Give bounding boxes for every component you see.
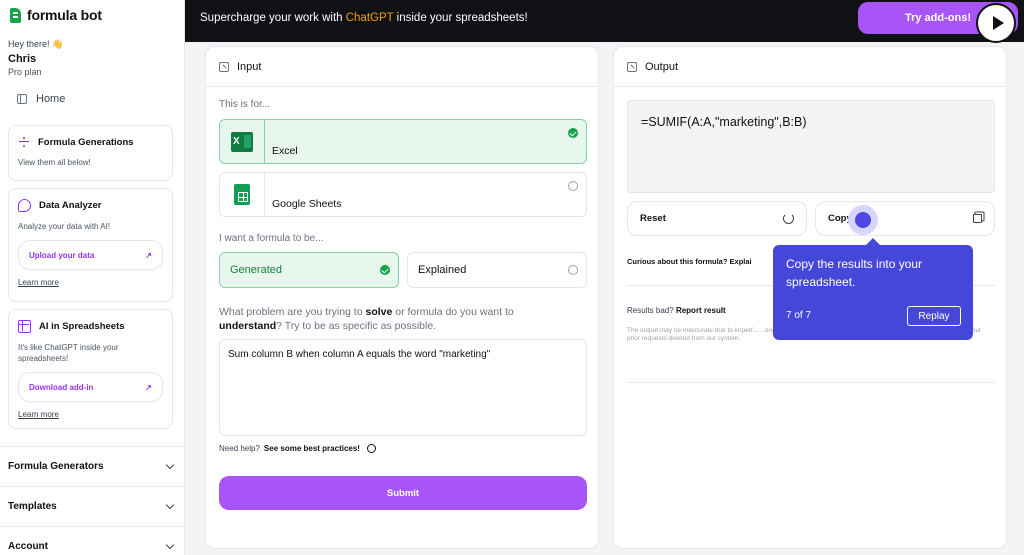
- learn-more-link[interactable]: Learn more: [18, 278, 163, 287]
- chevron-down-icon: [165, 540, 175, 550]
- results-bad-row: Results bad? Report result: [627, 306, 726, 315]
- banner-text: Supercharge your work with ChatGPT insid…: [200, 12, 528, 24]
- user-plan: Pro plan: [8, 67, 42, 77]
- greeting: Hey there! 👋: [8, 39, 64, 49]
- sidebar-layout-icon: [17, 94, 27, 104]
- help-row: Need help? See some best practices!: [219, 444, 376, 453]
- formula-result[interactable]: =SUMIF(A:A,"marketing",B:B): [627, 100, 995, 193]
- curious-label: Curious about this formula?: [627, 257, 728, 266]
- formula-bot-logo-icon: [10, 7, 21, 23]
- chat-bubble-icon: [18, 199, 31, 212]
- banner-text-b: inside your spreadsheets!: [393, 12, 528, 24]
- spreadsheet-icon: [18, 320, 31, 333]
- submit-button[interactable]: Submit: [219, 476, 587, 510]
- for-label: This is for...: [219, 99, 271, 110]
- explain-link[interactable]: Explai: [730, 257, 752, 266]
- arrow-up-right-icon: ↗: [145, 250, 152, 260]
- brand-name: formula bot: [27, 7, 102, 23]
- google-sheets-icon: [234, 184, 250, 205]
- radio-icon: [568, 265, 578, 275]
- q-a: What problem are you trying to: [219, 306, 366, 318]
- section-label: Account: [8, 541, 48, 552]
- reset-label: Reset: [640, 213, 666, 224]
- card-title: Data Analyzer: [39, 200, 102, 211]
- card-title: Formula Generations: [38, 136, 134, 148]
- q-d: understand: [219, 320, 277, 332]
- q-e: ? Try to be as specific as possible.: [276, 320, 437, 332]
- problem-prompt: What problem are you trying to solve or …: [219, 305, 559, 333]
- panel-title: Output: [645, 60, 679, 73]
- mode-explained[interactable]: Explained: [407, 252, 587, 288]
- logo[interactable]: formula bot: [0, 0, 184, 30]
- home-label: Home: [36, 93, 66, 105]
- curious-row: Curious about this formula? Explai: [627, 257, 752, 266]
- banner-text-a: Supercharge your work with: [200, 12, 346, 24]
- chevron-down-icon: [165, 500, 175, 510]
- card-title: AI in Spreadsheets: [39, 321, 125, 332]
- lightbulb-icon: [366, 444, 376, 453]
- report-result-link[interactable]: Report result: [676, 306, 726, 315]
- divide-icon: [18, 136, 30, 148]
- data-analyzer-card: Data Analyzer Analyze your data with AI!…: [8, 188, 173, 302]
- tooltip-step: 7 of 7: [786, 310, 812, 321]
- option-label: Excel: [272, 145, 298, 157]
- onboarding-pulse-marker: [848, 205, 878, 235]
- excel-icon: [231, 131, 253, 152]
- q-b: solve: [365, 306, 393, 318]
- promo-banner: Supercharge your work with ChatGPT insid…: [185, 0, 1024, 42]
- sidebar-item-home[interactable]: Home: [0, 77, 184, 105]
- output-arrow-icon: [627, 61, 637, 72]
- panel-title: Input: [237, 60, 262, 73]
- input-panel: Input This is for... Excel Google Sheets…: [205, 46, 599, 549]
- option-label: Google Sheets: [272, 198, 342, 210]
- download-addin-button[interactable]: Download add-in ↗: [18, 372, 163, 402]
- mode-label: Generated: [230, 264, 282, 276]
- divider: [627, 382, 995, 383]
- section-label: Formula Generators: [8, 461, 104, 472]
- option-google-sheets[interactable]: Google Sheets: [219, 172, 587, 217]
- arrow-up-right-icon: ↗: [145, 382, 152, 392]
- sidebar-section-templates[interactable]: Templates: [0, 486, 185, 526]
- mode-generated[interactable]: Generated: [219, 252, 399, 288]
- refresh-icon: [783, 213, 794, 224]
- copy-button[interactable]: Copy: [815, 201, 995, 236]
- sidebar-section-account[interactable]: Account: [0, 526, 185, 555]
- upload-data-button[interactable]: Upload your data ↗: [18, 240, 163, 270]
- sidebar: formula bot Hey there! 👋 Chris Pro plan …: [0, 0, 185, 555]
- onboarding-tooltip: Copy the results into your spreadsheet. …: [773, 238, 973, 340]
- button-label: Upload your data: [29, 250, 95, 260]
- ai-spreadsheets-card: AI in Spreadsheets It's like ChatGPT ins…: [8, 309, 173, 429]
- best-practices-link[interactable]: See some best practices!: [264, 444, 360, 453]
- problem-textarea[interactable]: Sum column B when column A equals the wo…: [219, 339, 587, 436]
- sidebar-section-formula-generators[interactable]: Formula Generators: [0, 446, 185, 486]
- mode-label: Explained: [418, 264, 467, 276]
- user-name: Chris: [8, 53, 37, 65]
- formula-generations-card[interactable]: Formula Generations View them all below!: [8, 125, 173, 181]
- copy-icon: [973, 214, 982, 223]
- formula-label: I want a formula to be...: [219, 233, 324, 244]
- banner-highlight: ChatGPT: [345, 12, 394, 24]
- card-desc: Analyze your data with AI!: [18, 222, 111, 231]
- card-desc: It's like ChatGPT inside your spreadshee…: [18, 343, 119, 363]
- play-icon[interactable]: [976, 3, 1016, 43]
- learn-more-link[interactable]: Learn more: [18, 410, 163, 419]
- reset-button[interactable]: Reset: [627, 201, 807, 236]
- tooltip-text: Copy the results into your spreadsheet.: [786, 257, 923, 289]
- results-bad-label: Results bad?: [627, 306, 674, 315]
- check-circle-icon: [380, 265, 390, 275]
- q-c: or formula do you want to: [392, 306, 514, 318]
- help-label: Need help?: [219, 444, 260, 453]
- button-label: Download add-in: [29, 382, 94, 392]
- radio-icon: [568, 181, 578, 191]
- section-label: Templates: [8, 501, 57, 512]
- card-desc: View them all below!: [18, 158, 91, 167]
- chevron-down-icon: [165, 460, 175, 470]
- input-arrow-icon: [219, 61, 229, 72]
- check-circle-icon: [568, 128, 578, 138]
- replay-button[interactable]: Replay: [907, 306, 961, 326]
- option-excel[interactable]: Excel: [219, 119, 587, 164]
